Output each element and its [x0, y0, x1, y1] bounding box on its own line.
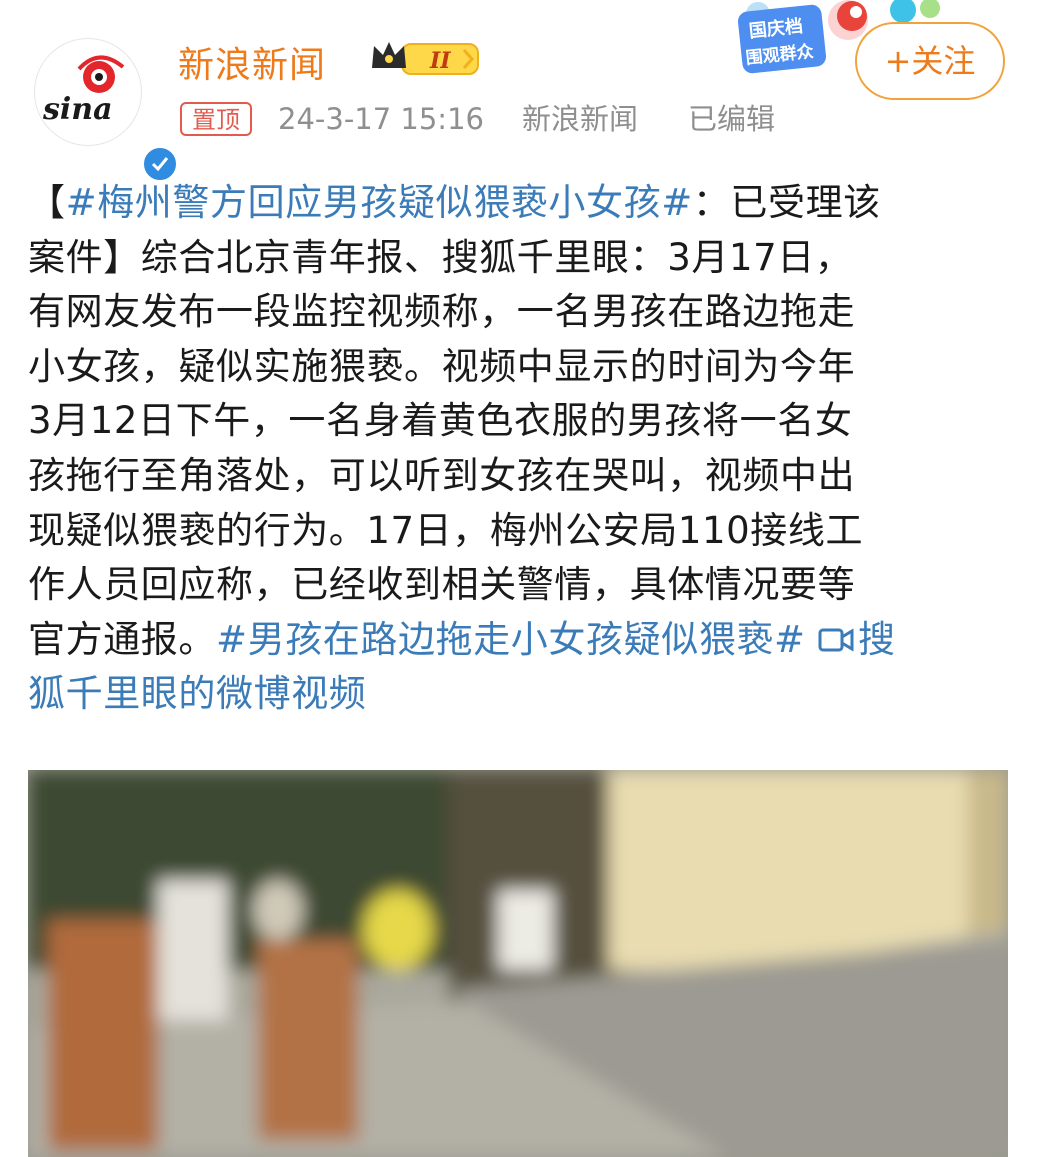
- post-line-1: 【#梅州警方回应男孩疑似猥亵小女孩#：已受理该: [28, 176, 1013, 231]
- post-timestamp: 24-3-17 15:16: [278, 102, 484, 136]
- post-line-9: 官方通报。#男孩在路边拖走小女孩疑似猥亵# 搜: [28, 613, 1013, 668]
- avatar-logo-text: sina: [42, 92, 113, 127]
- post-line-7: 现疑似猥亵的行为。17日，梅州公安局110接线工: [28, 508, 864, 552]
- bracket-open: 【: [28, 181, 66, 224]
- post-line-10: 狐千里眼的微博视频: [28, 667, 1013, 722]
- post-line-3: 有网友发布一段监控视频称，一名男孩在路边拖走: [28, 290, 856, 334]
- post-source: 新浪新闻: [522, 102, 639, 136]
- follow-button[interactable]: +关注: [855, 22, 1005, 100]
- blurred-cctv-frame: [28, 770, 1008, 1157]
- post-line-6: 孩拖行至角落处，可以听到女孩在哭叫，视频中出: [28, 453, 856, 497]
- edited-label: 已编辑: [688, 102, 776, 136]
- pin-tag: 置顶: [180, 102, 252, 136]
- video-link[interactable]: 搜: [818, 618, 896, 661]
- avatar[interactable]: sina: [34, 38, 179, 183]
- topic-link-2[interactable]: #男孩在路边拖走小女孩疑似猥亵#: [216, 618, 806, 661]
- post-line-4: 小女孩，疑似实施猥亵。视频中显示的时间为今年: [28, 344, 856, 388]
- video-thumbnail[interactable]: [28, 770, 1008, 1157]
- vip-badge[interactable]: II: [368, 38, 480, 78]
- line1-tail: ：已受理该: [692, 181, 881, 224]
- post-body: 【#梅州警方回应男孩疑似猥亵小女孩#：已受理该 案件】综合北京青年报、搜狐千里眼…: [28, 176, 1013, 722]
- vip-level: II: [429, 48, 451, 74]
- video-link-text-2[interactable]: 狐千里眼的微博视频: [28, 672, 366, 715]
- video-camera-icon: [818, 628, 854, 652]
- post-line-8: 作人员回应称，已经收到相关警情，具体情况要等: [28, 563, 856, 607]
- topic-link-1[interactable]: #梅州警方回应男孩疑似猥亵小女孩#: [66, 181, 693, 224]
- post-header: sina 新浪新闻 II 置顶 24-3-17 15:16 新浪新闻 已编辑 国…: [0, 0, 1037, 183]
- post-line-5: 3月12日下午，一名身着黄色衣服的男孩将一名女: [28, 399, 853, 443]
- line9-head: 官方通报。: [28, 617, 216, 661]
- crown-icon: [372, 42, 406, 68]
- sina-logo-icon: sina: [42, 55, 125, 127]
- post-line-2: 案件】综合北京青年报、搜狐千里眼：3月17日，: [28, 235, 853, 279]
- video-link-text-1: 搜: [857, 617, 896, 661]
- user-name[interactable]: 新浪新闻: [178, 36, 326, 88]
